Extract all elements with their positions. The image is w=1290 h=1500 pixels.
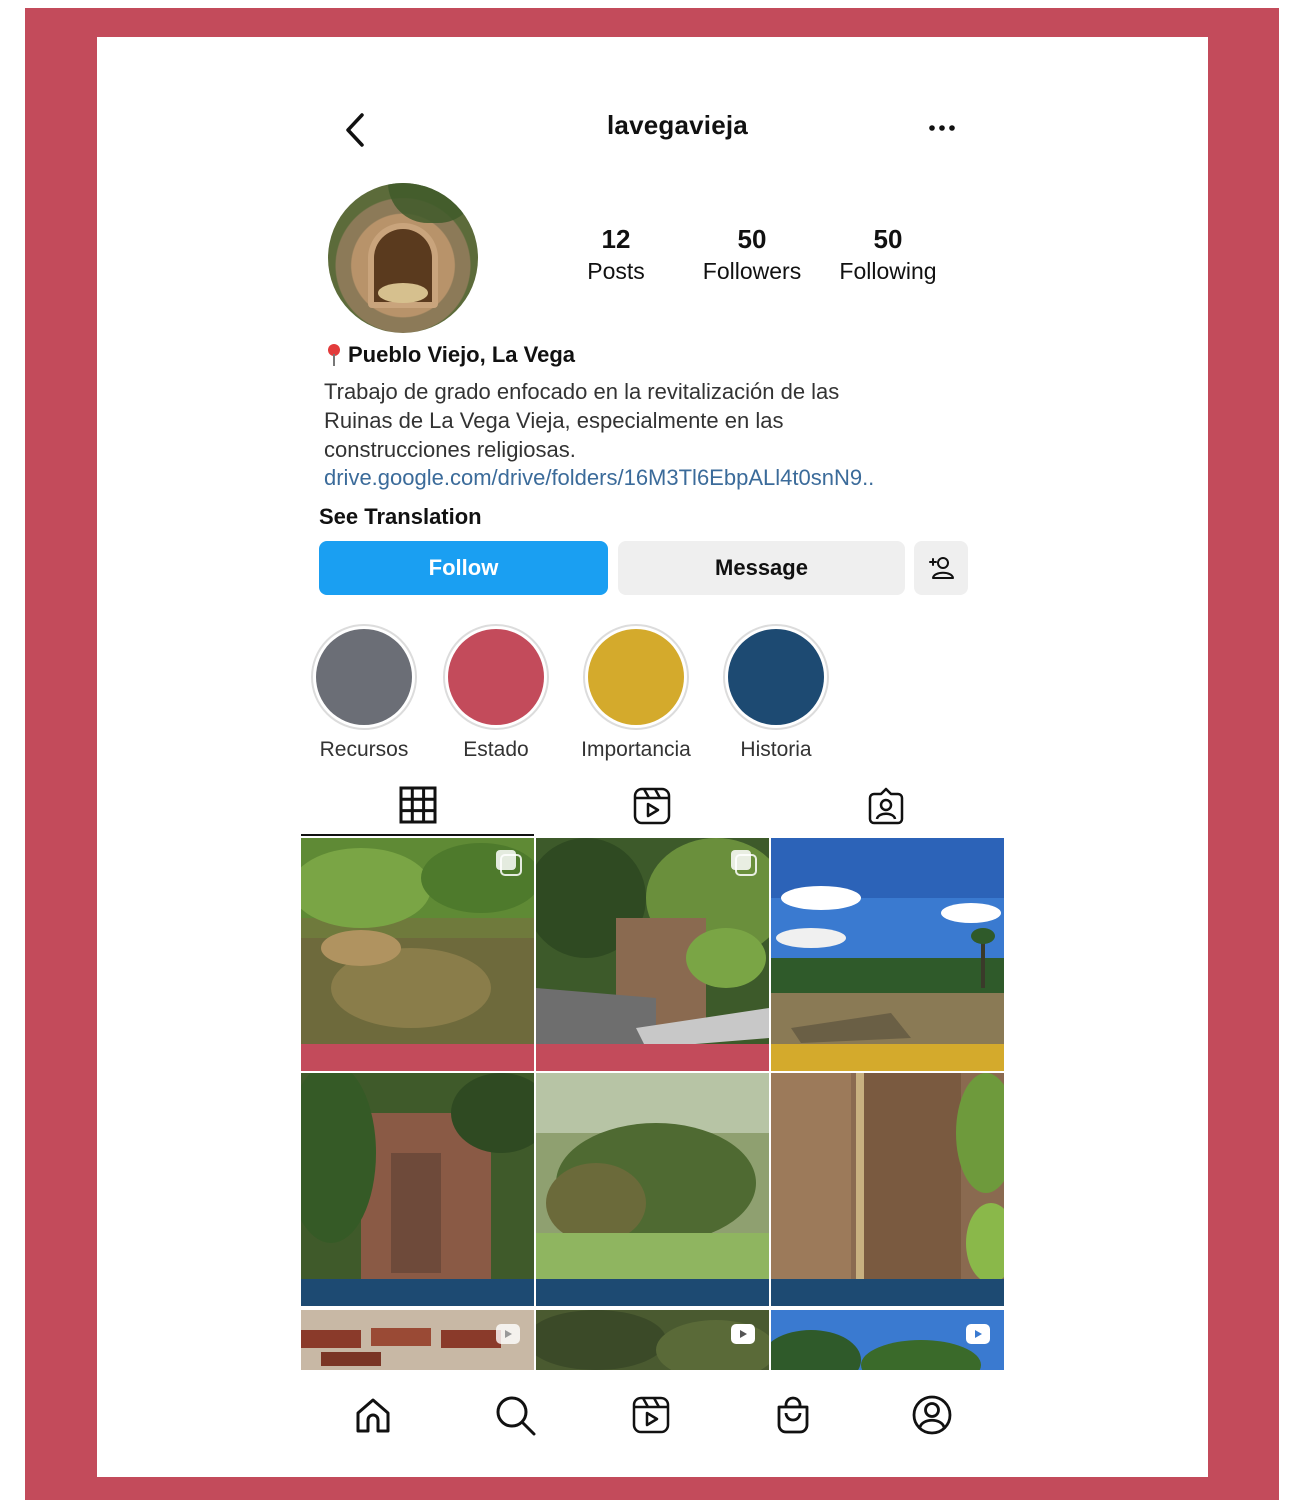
stat-followers-label: Followers: [702, 258, 802, 284]
location-line: Pueblo Viejo, La Vega: [326, 342, 575, 368]
highlight-importancia[interactable]: Importancia: [571, 624, 701, 762]
nav-shop[interactable]: [768, 1390, 818, 1440]
tab-tagged[interactable]: [769, 776, 1002, 836]
location-text: Pueblo Viejo, La Vega: [348, 342, 576, 367]
highlight-cover: [316, 629, 412, 725]
category-strip: [536, 1044, 769, 1071]
tab-posts-grid[interactable]: [301, 776, 534, 836]
highlight-historia[interactable]: Historia: [711, 624, 841, 762]
back-arrow-icon[interactable]: [340, 110, 370, 150]
nav-home[interactable]: [348, 1390, 398, 1440]
bio-link[interactable]: drive.google.com/drive/folders/16M3Tl6Eb…: [324, 465, 944, 491]
stat-posts-value: 12: [601, 224, 631, 254]
location-pin-icon: [326, 342, 342, 368]
stat-following[interactable]: 50 Following: [823, 222, 953, 286]
post-thumbnail[interactable]: [536, 838, 769, 1071]
post-thumbnail[interactable]: [771, 1073, 1004, 1306]
nav-profile[interactable]: [907, 1390, 957, 1440]
highlight-label: Historia: [740, 738, 812, 761]
post-image: [771, 838, 1004, 1071]
tagged-icon: [868, 787, 903, 825]
shop-icon: [777, 1396, 809, 1434]
category-strip: [536, 1279, 769, 1306]
carousel-icon: [731, 850, 757, 876]
highlight-ring: [583, 624, 689, 730]
tab-reels[interactable]: [535, 776, 768, 836]
carousel-icon: [496, 850, 522, 876]
message-button[interactable]: Message: [618, 541, 905, 595]
category-strip: [771, 1279, 1004, 1306]
reels-icon: [632, 1396, 670, 1434]
post-thumbnail[interactable]: [301, 1310, 534, 1370]
avatar-foliage: [388, 183, 478, 223]
stat-posts-label: Posts: [587, 258, 645, 284]
highlight-label: Importancia: [581, 738, 691, 761]
highlight-cover: [588, 629, 684, 725]
post-thumbnail[interactable]: [536, 1073, 769, 1306]
stat-posts[interactable]: 12 Posts: [551, 222, 681, 286]
post-image: [301, 1073, 534, 1306]
post-thumbnail[interactable]: [301, 838, 534, 1071]
profile-icon: [912, 1395, 952, 1435]
home-icon: [356, 1398, 390, 1433]
reel-badge-icon: [966, 1324, 990, 1344]
category-strip: [301, 1279, 534, 1306]
post-thumbnail[interactable]: [771, 1310, 1004, 1370]
avatar-ground: [378, 283, 428, 303]
category-strip: [771, 1044, 1004, 1071]
nav-search[interactable]: [490, 1390, 540, 1440]
bio-text: Trabajo de grado enfocado en la revitali…: [324, 377, 924, 464]
highlight-cover: [448, 629, 544, 725]
stat-followers-value: 50: [737, 224, 767, 254]
highlight-ring: [311, 624, 417, 730]
highlight-label: Estado: [463, 738, 529, 761]
post-image: [771, 1073, 1004, 1306]
search-icon: [496, 1396, 536, 1436]
reel-badge-icon: [731, 1324, 755, 1344]
grid-icon: [399, 786, 436, 824]
profile-avatar[interactable]: [328, 183, 478, 333]
profile-username: lavegavieja: [607, 110, 748, 140]
see-translation-link[interactable]: See Translation: [319, 504, 482, 530]
bio-line: construcciones religiosas.: [324, 437, 576, 462]
category-strip: [301, 1044, 534, 1071]
bio-line: Trabajo de grado enfocado en la revitali…: [324, 379, 840, 404]
bio-line: Ruinas de La Vega Vieja, especialmente e…: [324, 408, 784, 433]
highlight-cover: [728, 629, 824, 725]
highlight-estado[interactable]: Estado: [431, 624, 561, 762]
post-thumbnail[interactable]: [301, 1073, 534, 1306]
highlight-ring: [723, 624, 829, 730]
post-thumbnail[interactable]: [536, 1310, 769, 1370]
highlight-label: Recursos: [319, 738, 409, 761]
post-thumbnail[interactable]: [771, 838, 1004, 1071]
add-user-icon: [929, 557, 954, 579]
more-options-icon[interactable]: [924, 110, 960, 146]
reel-badge-icon: [496, 1324, 520, 1344]
follow-button[interactable]: Follow: [319, 541, 608, 595]
post-image: [536, 1073, 769, 1306]
reels-icon: [633, 787, 670, 825]
suggested-users-button[interactable]: [914, 541, 968, 595]
stat-followers[interactable]: 50 Followers: [687, 222, 817, 286]
nav-reels[interactable]: [626, 1390, 676, 1440]
stat-following-label: Following: [839, 258, 937, 284]
highlight-recursos[interactable]: Recursos: [299, 624, 429, 762]
stat-following-value: 50: [873, 224, 903, 254]
highlight-ring: [443, 624, 549, 730]
